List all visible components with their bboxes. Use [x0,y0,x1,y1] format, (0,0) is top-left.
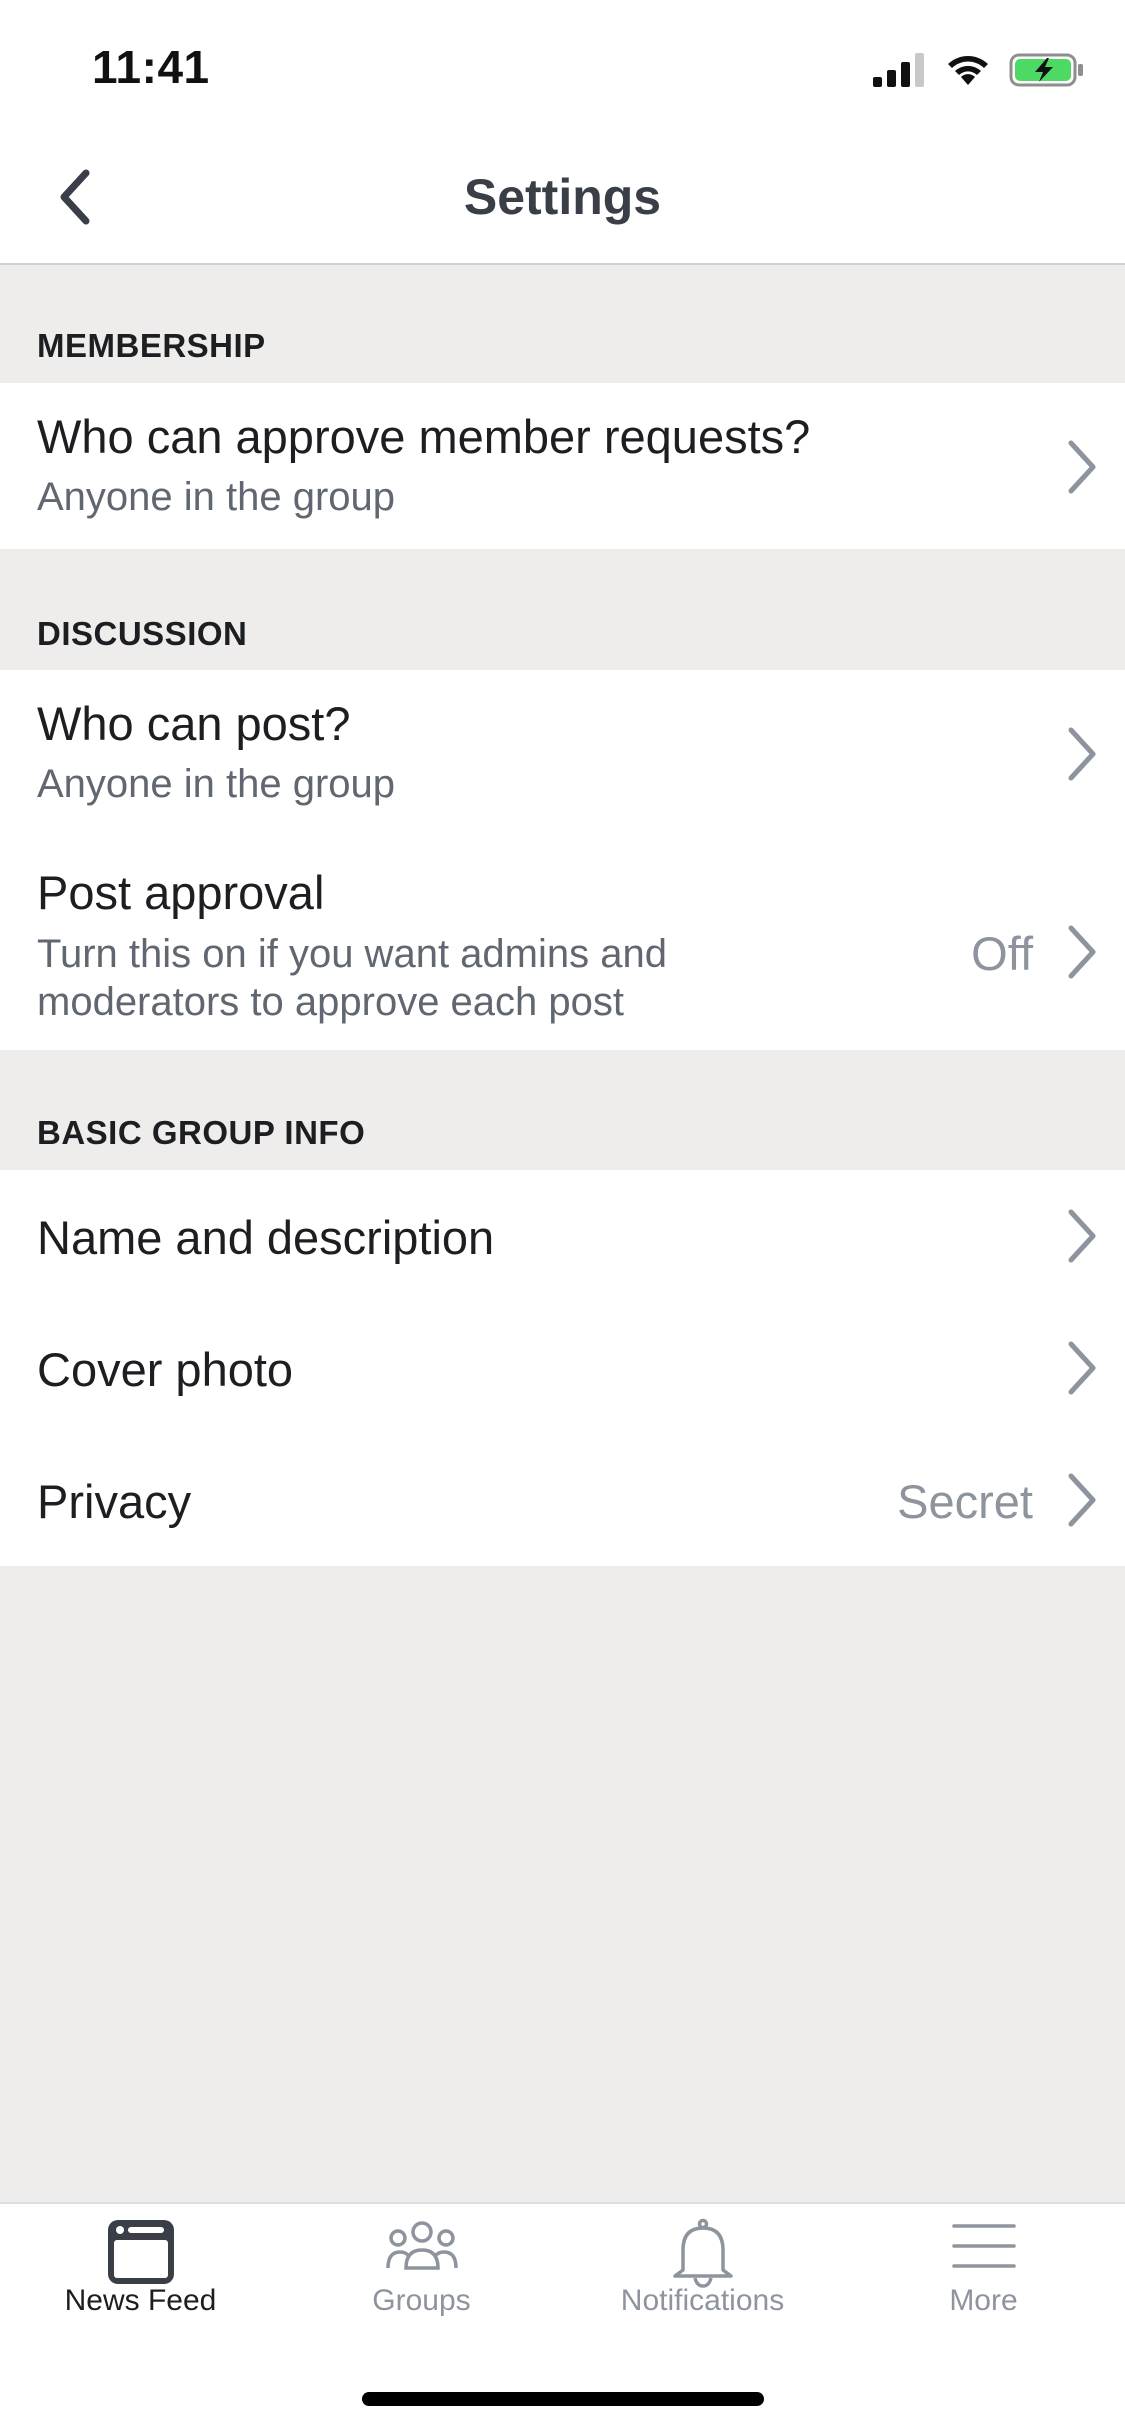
row-name-and-description[interactable]: Name and description [0,1170,1125,1302]
section-discussion: Who can post? Anyone in the group Post a… [0,670,1125,1050]
news-feed-icon [107,2220,174,2284]
section-header-discussion: DISCUSSION [0,549,1125,670]
row-who-can-post[interactable]: Who can post? Anyone in the group [0,670,1125,840]
chevron-right-icon [1068,1341,1096,1395]
menu-icon [951,2224,1016,2268]
page-title: Settings [463,169,662,225]
chevron-right-icon [1068,727,1096,781]
chevron-right-icon [1068,1209,1096,1263]
chevron-right-icon [1068,440,1096,494]
section-basic-group-info: Name and description Cover photo Privacy… [0,1170,1125,1566]
status-time: 11:41 [92,41,210,93]
bell-icon [672,2218,733,2288]
section-header-membership: MEMBERSHIP [0,267,1125,383]
tab-label: News Feed [64,2284,217,2317]
row-cover-photo[interactable]: Cover photo [0,1302,1125,1434]
post-approval-value: Off [971,927,1033,980]
tab-label: Notifications [620,2284,785,2317]
row-title: Who can approve member requests? [37,410,811,463]
tab-notifications[interactable]: Notifications [562,2204,843,2334]
tab-label: More [949,2284,1018,2317]
row-title: Post approval [37,866,325,919]
groups-icon [385,2221,458,2270]
privacy-value: Secret [897,1475,1033,1528]
wifi-icon [948,56,988,85]
row-subtitle: Anyone in the group [37,475,396,519]
tab-news-feed[interactable]: News Feed [0,2204,281,2334]
chevron-right-icon [1068,1473,1096,1527]
cellular-signal-icon [873,53,924,87]
section-header-basic-group-info: BASIC GROUP INFO [0,1050,1125,1170]
status-icons [873,50,1085,90]
row-post-approval[interactable]: Post approval Turn this on if you want a… [0,840,1125,1050]
row-approve-member-requests[interactable]: Who can approve member requests? Anyone … [0,383,1125,549]
tab-label: Groups [372,2284,471,2317]
tab-more[interactable]: More [843,2204,1124,2334]
row-privacy[interactable]: Privacy Secret [0,1434,1125,1566]
home-indicator[interactable] [362,2392,764,2406]
chevron-right-icon [1068,925,1096,979]
row-title: Who can post? [37,697,351,750]
nav-header: Settings [0,132,1125,265]
battery-charging-icon [1009,53,1083,87]
row-subtitle: Turn this on if you want admins and mode… [37,932,667,1024]
section-membership: Who can approve member requests? Anyone … [0,383,1125,549]
row-subtitle: Anyone in the group [37,762,396,806]
status-bar: 11:41 [0,0,1125,132]
row-title: Cover photo [37,1343,294,1396]
row-title: Name and description [37,1211,495,1264]
tab-groups[interactable]: Groups [281,2204,562,2334]
row-title: Privacy [37,1475,192,1528]
